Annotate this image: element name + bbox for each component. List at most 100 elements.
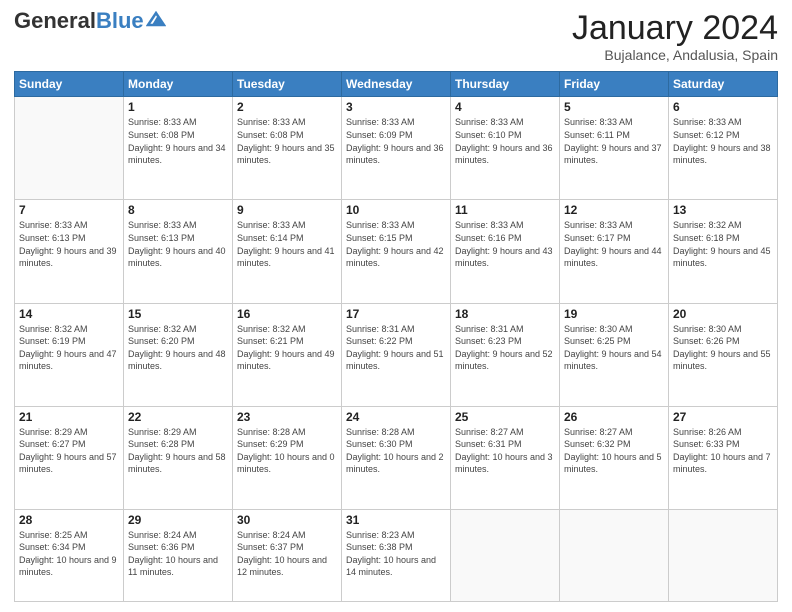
- day-info: Sunrise: 8:33 AMSunset: 6:17 PMDaylight:…: [564, 219, 664, 269]
- sunset-text: Sunset: 6:26 PM: [673, 335, 773, 348]
- sunrise-text: Sunrise: 8:30 AM: [673, 323, 773, 336]
- table-row: 18Sunrise: 8:31 AMSunset: 6:23 PMDayligh…: [451, 303, 560, 406]
- col-monday: Monday: [124, 72, 233, 97]
- title-block: January 2024 Bujalance, Andalusia, Spain: [572, 10, 778, 63]
- sunrise-text: Sunrise: 8:32 AM: [237, 323, 337, 336]
- sunrise-text: Sunrise: 8:33 AM: [19, 219, 119, 232]
- page-container: GeneralBlue January 2024 Bujalance, Anda…: [0, 0, 792, 612]
- sunset-text: Sunset: 6:17 PM: [564, 232, 664, 245]
- sunset-text: Sunset: 6:34 PM: [19, 541, 119, 554]
- table-row: 5Sunrise: 8:33 AMSunset: 6:11 PMDaylight…: [560, 97, 669, 200]
- sunrise-text: Sunrise: 8:25 AM: [19, 529, 119, 542]
- daylight-text: Daylight: 9 hours and 37 minutes.: [564, 142, 664, 167]
- table-row: 1 Sunrise: 8:33 AMSunset: 6:08 PMDaylight…: [124, 97, 233, 200]
- daylight-text: Daylight: 9 hours and 44 minutes.: [564, 245, 664, 270]
- sunset-text: Sunset: 6:27 PM: [19, 438, 119, 451]
- sunrise-text: Sunrise: 8:33 AM: [346, 116, 446, 129]
- sunrise-text: Sunrise: 8:29 AM: [128, 426, 228, 439]
- daylight-text: Daylight: 10 hours and 14 minutes.: [346, 554, 446, 579]
- col-friday: Friday: [560, 72, 669, 97]
- table-row: 16Sunrise: 8:32 AMSunset: 6:21 PMDayligh…: [233, 303, 342, 406]
- sunrise-text: Sunrise: 8:23 AM: [346, 529, 446, 542]
- sunset-text: Sunset: 6:09 PM: [346, 129, 446, 142]
- sunrise-text: Sunrise: 8:33 AM: [346, 219, 446, 232]
- table-row: 11Sunrise: 8:33 AMSunset: 6:16 PMDayligh…: [451, 200, 560, 303]
- sunrise-text: Sunrise: 8:33 AM: [455, 219, 555, 232]
- table-row: 8Sunrise: 8:33 AMSunset: 6:13 PMDaylight…: [124, 200, 233, 303]
- table-row: 23Sunrise: 8:28 AMSunset: 6:29 PMDayligh…: [233, 406, 342, 509]
- col-wednesday: Wednesday: [342, 72, 451, 97]
- day-number: 26: [564, 410, 664, 424]
- table-row: 14Sunrise: 8:32 AMSunset: 6:19 PMDayligh…: [15, 303, 124, 406]
- daylight-text: Daylight: 9 hours and 57 minutes.: [19, 451, 119, 476]
- sunrise-text: Sunrise: 8:32 AM: [673, 219, 773, 232]
- table-row: [669, 509, 778, 601]
- col-saturday: Saturday: [669, 72, 778, 97]
- day-info: Sunrise: 8:31 AMSunset: 6:23 PMDaylight:…: [455, 323, 555, 373]
- sunset-text: Sunset: 6:36 PM: [128, 541, 228, 554]
- table-row: 31Sunrise: 8:23 AMSunset: 6:38 PMDayligh…: [342, 509, 451, 601]
- day-number: 19: [564, 307, 664, 321]
- month-title: January 2024: [572, 10, 778, 47]
- sunset-text: Sunset: 6:38 PM: [346, 541, 446, 554]
- sunset-text: Sunset: 6:28 PM: [128, 438, 228, 451]
- table-row: 28Sunrise: 8:25 AMSunset: 6:34 PMDayligh…: [15, 509, 124, 601]
- table-row: 9Sunrise: 8:33 AMSunset: 6:14 PMDaylight…: [233, 200, 342, 303]
- sunrise-text: Sunrise: 8:32 AM: [128, 323, 228, 336]
- day-number: 13: [673, 203, 773, 217]
- day-info: Sunrise: 8:27 AMSunset: 6:32 PMDaylight:…: [564, 426, 664, 476]
- table-row: 6Sunrise: 8:33 AMSunset: 6:12 PMDaylight…: [669, 97, 778, 200]
- table-row: 15Sunrise: 8:32 AMSunset: 6:20 PMDayligh…: [124, 303, 233, 406]
- calendar-header-row: Sunday Monday Tuesday Wednesday Thursday…: [15, 72, 778, 97]
- table-row: 4Sunrise: 8:33 AMSunset: 6:10 PMDaylight…: [451, 97, 560, 200]
- sunrise-text: Sunrise: 8:26 AM: [673, 426, 773, 439]
- day-number: 4: [455, 100, 555, 114]
- day-number: 2: [237, 100, 337, 114]
- daylight-text: Daylight: 9 hours and 36 minutes.: [346, 142, 446, 167]
- day-number: 25: [455, 410, 555, 424]
- sunset-text: Sunset: 6:22 PM: [346, 335, 446, 348]
- sunset-text: Sunset: 6:29 PM: [237, 438, 337, 451]
- sunset-text: Sunset: 6:19 PM: [19, 335, 119, 348]
- day-info: Sunrise: 8:33 AMSunset: 6:13 PMDaylight:…: [128, 219, 228, 269]
- sunset-text: Sunset: 6:11 PM: [564, 129, 664, 142]
- daylight-text: Daylight: 10 hours and 0 minutes.: [237, 451, 337, 476]
- table-row: [560, 509, 669, 601]
- daylight-text: Daylight: 10 hours and 11 minutes.: [128, 554, 228, 579]
- day-info: Sunrise: 8:33 AMSunset: 6:08 PMDaylight:…: [237, 116, 337, 166]
- location-subtitle: Bujalance, Andalusia, Spain: [572, 47, 778, 63]
- table-row: 20Sunrise: 8:30 AMSunset: 6:26 PMDayligh…: [669, 303, 778, 406]
- daylight-text: Daylight: 10 hours and 3 minutes.: [455, 451, 555, 476]
- daylight-text: Daylight: 10 hours and 7 minutes.: [673, 451, 773, 476]
- daylight-text: Daylight: 9 hours and 41 minutes.: [237, 245, 337, 270]
- day-number: 27: [673, 410, 773, 424]
- sunset-text: Sunset: 6:10 PM: [455, 129, 555, 142]
- table-row: 22Sunrise: 8:29 AMSunset: 6:28 PMDayligh…: [124, 406, 233, 509]
- day-number: 17: [346, 307, 446, 321]
- day-info: Sunrise: 8:30 AMSunset: 6:25 PMDaylight:…: [564, 323, 664, 373]
- daylight-text: Daylight: 9 hours and 58 minutes.: [128, 451, 228, 476]
- daylight-text: Daylight: 9 hours and 48 minutes.: [128, 348, 228, 373]
- table-row: 12Sunrise: 8:33 AMSunset: 6:17 PMDayligh…: [560, 200, 669, 303]
- day-number: 5: [564, 100, 664, 114]
- sunrise-text: Sunrise: 8:33 AM: [237, 219, 337, 232]
- day-number: 1: [128, 100, 228, 114]
- day-info: Sunrise: 8:33 AMSunset: 6:12 PMDaylight:…: [673, 116, 773, 166]
- daylight-text: Daylight: 9 hours and 38 minutes.: [673, 142, 773, 167]
- day-info: Sunrise: 8:33 AMSunset: 6:08 PMDaylight:…: [128, 116, 228, 166]
- sunrise-text: Sunrise: 8:31 AM: [455, 323, 555, 336]
- day-info: Sunrise: 8:33 AMSunset: 6:09 PMDaylight:…: [346, 116, 446, 166]
- sunrise-text: Sunrise: 8:33 AM: [237, 116, 337, 129]
- day-number: 10: [346, 203, 446, 217]
- day-info: Sunrise: 8:32 AMSunset: 6:18 PMDaylight:…: [673, 219, 773, 269]
- table-row: 13 Sunrise: 8:32 AMSunset: 6:18 PMDayligh…: [669, 200, 778, 303]
- daylight-text: Daylight: 9 hours and 36 minutes.: [455, 142, 555, 167]
- day-number: 28: [19, 513, 119, 527]
- day-info: Sunrise: 8:32 AMSunset: 6:20 PMDaylight:…: [128, 323, 228, 373]
- daylight-text: Daylight: 9 hours and 35 minutes.: [237, 142, 337, 167]
- calendar-table: Sunday Monday Tuesday Wednesday Thursday…: [14, 71, 778, 602]
- daylight-text: Daylight: 9 hours and 34 minutes.: [128, 142, 228, 167]
- daylight-text: Daylight: 10 hours and 12 minutes.: [237, 554, 337, 579]
- day-number: 20: [673, 307, 773, 321]
- table-row: 17Sunrise: 8:31 AMSunset: 6:22 PMDayligh…: [342, 303, 451, 406]
